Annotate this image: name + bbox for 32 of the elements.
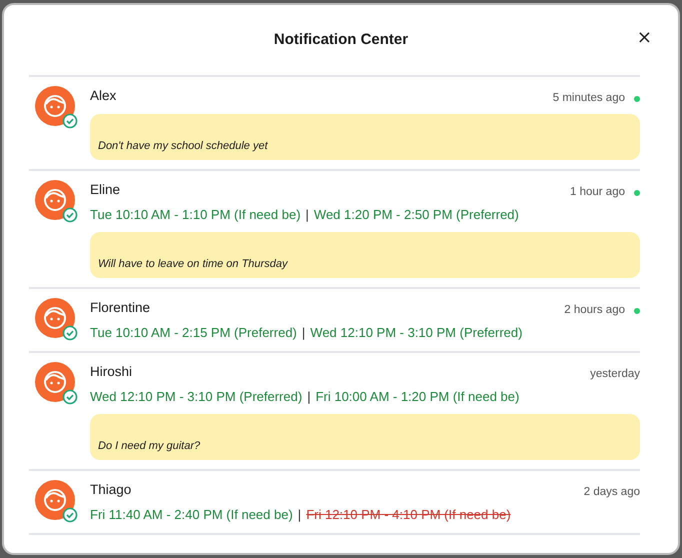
timestamp: yesterday	[590, 368, 640, 380]
separator-text: |	[306, 207, 309, 222]
close-button[interactable]: ×	[632, 29, 656, 47]
time-slot: Wed 12:10 PM - 3:10 PM (Preferred)	[90, 389, 302, 404]
time-slot: Wed 12:10 PM - 3:10 PM (Preferred)	[310, 325, 522, 340]
timestamp: 2 days ago	[584, 486, 640, 498]
time-slot: Tue 10:10 AM - 1:10 PM (If need be)	[90, 207, 301, 222]
time-slot: Fri 11:40 AM - 2:40 PM (If need be)	[90, 507, 293, 522]
note-message: Don't have my school schedule yet	[90, 114, 640, 160]
sender-name: Alex	[90, 88, 118, 103]
dialog-title: Notification Center	[274, 30, 408, 48]
sender-name: Hiroshi	[90, 364, 134, 379]
time-slot: Wed 1:20 PM - 2:50 PM (Preferred)	[314, 207, 519, 222]
sender-name: Eline	[90, 182, 122, 197]
separator-text: |	[307, 389, 311, 404]
note-message: Will have to leave on time on Thursday	[90, 232, 640, 278]
sender-name: Florentine	[90, 300, 152, 315]
timestamp: 5 minutes ago	[552, 92, 625, 104]
timestamp: 2 hours ago	[564, 304, 625, 316]
timestamp: 1 hour ago	[570, 186, 625, 198]
sender-name: Thiago	[90, 482, 132, 497]
time-slot: Fri 12:10 PM - 4:10 PM (If need be)	[306, 507, 511, 522]
avatar-icon	[35, 86, 79, 130]
note-message: Do I need my guitar?	[90, 414, 640, 460]
avatar-icon	[35, 298, 79, 342]
avatar-icon	[35, 480, 79, 524]
separator-text: |	[298, 507, 302, 522]
time-slot: Tue 10:10 AM - 2:15 PM (Preferred)	[90, 325, 297, 340]
avatar-icon	[35, 180, 79, 224]
time-slot: Fri 10:00 AM - 1:20 PM (If need be)	[316, 389, 520, 404]
avatar-icon	[35, 362, 79, 406]
separator-text: |	[302, 325, 306, 340]
